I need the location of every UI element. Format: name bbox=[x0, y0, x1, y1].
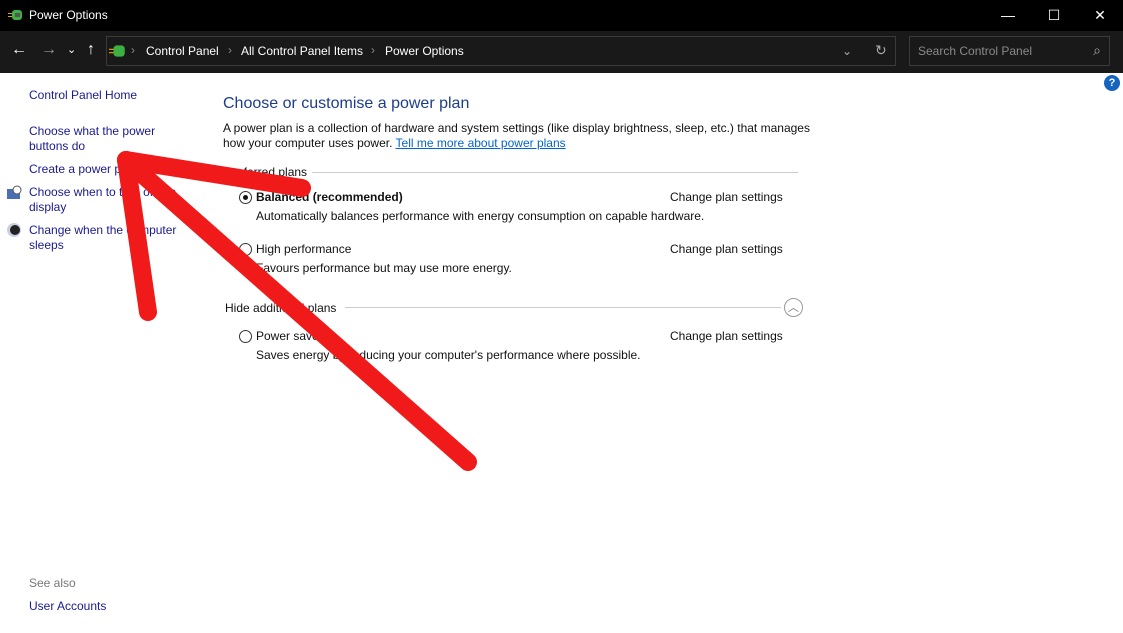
maximize-button[interactable]: ☐ bbox=[1031, 0, 1077, 31]
plan-name-power-saver: Power saver bbox=[256, 329, 323, 343]
display-clock-icon bbox=[7, 185, 22, 199]
high-performance-radio[interactable] bbox=[239, 243, 252, 256]
collapse-chevron-up-icon[interactable]: ︿ bbox=[784, 298, 803, 317]
divider bbox=[345, 307, 781, 308]
breadcrumb-control-panel[interactable]: Control Panel bbox=[146, 44, 219, 58]
search-input[interactable]: Search Control Panel ⌕ bbox=[909, 36, 1110, 66]
hide-additional-plans-label[interactable]: Hide additional plans bbox=[225, 301, 336, 316]
chevron-right-icon: › bbox=[228, 43, 232, 57]
plan-name-balanced: Balanced (recommended) bbox=[256, 190, 403, 204]
window-title: Power Options bbox=[29, 8, 108, 22]
see-also-heading: See also bbox=[29, 576, 76, 590]
minimize-button[interactable]: — bbox=[985, 0, 1031, 31]
breadcrumb-all-items[interactable]: All Control Panel Items bbox=[241, 44, 363, 58]
chevron-right-icon: › bbox=[131, 43, 135, 57]
navigation-bar: ← → ⌄ ↑ › Control Panel › All Control Pa… bbox=[0, 31, 1123, 73]
back-button[interactable]: ← bbox=[11, 41, 27, 59]
power-options-icon bbox=[109, 45, 125, 57]
preferred-plans-label: Preferred plans bbox=[225, 165, 308, 179]
forward-button[interactable]: → bbox=[41, 41, 57, 59]
chevron-right-icon: › bbox=[371, 43, 375, 57]
close-button[interactable]: ✕ bbox=[1077, 0, 1123, 31]
sidebar-user-accounts[interactable]: User Accounts bbox=[29, 599, 106, 614]
help-icon[interactable]: ? bbox=[1104, 75, 1120, 91]
sidebar-display-off[interactable]: Choose when to turn off the display bbox=[29, 185, 189, 215]
sleep-moon-icon bbox=[7, 223, 21, 237]
red-arrow-annotation bbox=[117, 151, 477, 471]
divider bbox=[312, 172, 798, 173]
power-options-icon bbox=[8, 10, 22, 20]
intro-text: A power plan is a collection of hardware… bbox=[223, 121, 813, 151]
title-bar: Power Options — ☐ ✕ bbox=[0, 0, 1123, 31]
address-bar[interactable]: › Control Panel › All Control Panel Item… bbox=[106, 36, 896, 66]
breadcrumb-power-options[interactable]: Power Options bbox=[385, 44, 464, 58]
sidebar-power-buttons[interactable]: Choose what the power buttons do bbox=[29, 124, 179, 154]
tell-me-more-link[interactable]: Tell me more about power plans bbox=[396, 136, 566, 150]
refresh-icon[interactable]: ↻ bbox=[875, 42, 887, 59]
sidebar-control-panel-home[interactable]: Control Panel Home bbox=[29, 88, 137, 103]
plan-desc-power-saver: Saves energy by reducing your computer's… bbox=[256, 348, 641, 362]
balanced-radio[interactable] bbox=[239, 191, 252, 204]
up-button[interactable]: ↑ bbox=[87, 41, 95, 59]
recent-locations-button[interactable]: ⌄ bbox=[67, 43, 76, 56]
change-plan-balanced-link[interactable]: Change plan settings bbox=[670, 190, 783, 205]
plan-name-high-performance: High performance bbox=[256, 242, 352, 256]
sidebar-computer-sleeps[interactable]: Change when the computer sleeps bbox=[29, 223, 189, 253]
page-title: Choose or customise a power plan bbox=[223, 95, 470, 112]
address-dropdown-icon[interactable]: ⌄ bbox=[842, 44, 852, 58]
plan-desc-balanced: Automatically balances performance with … bbox=[256, 209, 705, 223]
search-placeholder: Search Control Panel bbox=[918, 44, 1033, 58]
change-plan-power-saver-link[interactable]: Change plan settings bbox=[670, 329, 783, 344]
power-saver-radio[interactable] bbox=[239, 330, 252, 343]
search-icon[interactable]: ⌕ bbox=[1093, 42, 1101, 59]
change-plan-high-performance-link[interactable]: Change plan settings bbox=[670, 242, 783, 257]
sidebar-create-power-plan[interactable]: Create a power plan bbox=[29, 162, 137, 177]
plan-desc-high-performance: Favours performance but may use more ene… bbox=[256, 261, 512, 275]
